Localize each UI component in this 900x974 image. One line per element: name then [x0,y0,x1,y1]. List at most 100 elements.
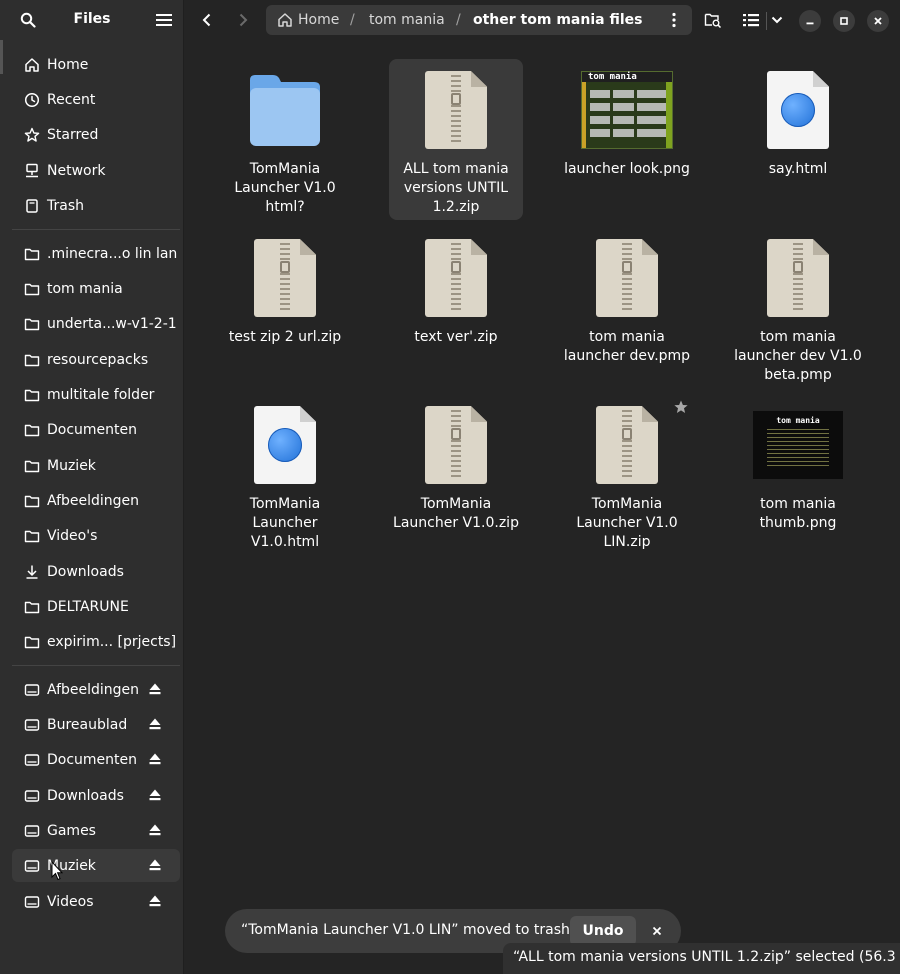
sidebar-item-label: Network [47,162,106,179]
undo-button[interactable]: Undo [570,916,636,946]
eject-icon[interactable] [148,717,162,731]
star-icon [24,127,40,143]
trash-icon [24,198,40,214]
sidebar-item-bookmark[interactable]: expirim... [prjects] [12,625,180,658]
sidebar-item-drive[interactable]: Bureaublad [12,708,180,741]
thumbnail-title: tom mania [776,416,820,425]
network-icon [24,163,40,179]
back-button[interactable] [192,5,222,35]
folder-icon [24,528,40,544]
sidebar-header: Files [0,0,184,40]
eject-icon[interactable] [148,752,162,766]
sidebar-item-drive[interactable]: Muziek [12,849,180,882]
drive-icon [24,682,40,698]
sidebar-item-home[interactable]: Home [12,48,180,81]
minimize-button[interactable] [799,10,821,32]
chevron-left-icon [202,13,211,27]
drive-icon [24,717,40,733]
sidebar-item-drive[interactable]: Videos [12,885,180,918]
window-edge [0,40,3,74]
main-menu-button[interactable] [149,5,179,35]
sidebar-item-bookmark[interactable]: Afbeeldingen [12,484,180,517]
sidebar-item-drive[interactable]: Documenten [12,743,180,776]
zip-file-icon [732,228,864,328]
file-name: TomMania Launcher V1.0 html? [234,161,336,215]
file-name: text ver'.zip [414,329,498,345]
sidebar-item-bookmark[interactable]: Documenten [12,413,180,446]
sidebar-item-bookmark[interactable]: Muziek [12,449,180,482]
sidebar-item-label: expirim... [prjects] [47,633,177,650]
sidebar-item-bookmark[interactable]: resourcepacks [12,343,180,376]
maximize-button[interactable] [833,10,855,32]
breadcrumb-home[interactable]: Home [298,12,339,28]
sidebar-item-bookmark[interactable]: Video's [12,519,180,552]
sidebar-item-bookmark[interactable]: tom mania [12,272,180,305]
selection-status: “ALL tom mania versions UNTIL 1.2.zip” s… [503,943,900,974]
zip-file-icon [561,228,693,328]
sidebar-item-drive[interactable]: Downloads [12,779,180,812]
sidebar-item-bookmark[interactable]: DELTARUNE [12,590,180,623]
sidebar-item-label: Starred [47,126,99,143]
sidebar-item-drive[interactable]: Games [12,814,180,847]
sidebar-item-bookmark[interactable]: underta...w-v1-2-1 [12,307,180,340]
sidebar-item-drive[interactable]: Afbeeldingen [12,673,180,706]
file-name: tom mania launcher dev V1.0 beta.pmp [734,329,862,383]
header-bar: Home / tom mania / other tom mania files [185,0,900,42]
search-in-folder-button[interactable] [698,5,728,35]
breadcrumb-current[interactable]: other tom mania files [473,12,642,28]
html-file-icon [219,395,351,495]
path-bar[interactable]: Home / tom mania / other tom mania files [266,5,692,35]
mouse-cursor-icon [51,861,63,881]
zip-file-icon [219,228,351,328]
sidebar-item-recent[interactable]: Recent [12,83,180,116]
file-name: TomMania Launcher V1.0.zip [393,496,519,531]
sidebar-separator [12,229,180,230]
sidebar-item-network[interactable]: Network [12,154,180,187]
sidebar-item-label: resourcepacks [47,351,149,368]
chevron-down-icon [771,16,783,24]
clock-icon [24,92,40,108]
sidebar-item-bookmark[interactable]: multitale folder [12,378,180,411]
thumbnail-title: tom mania [582,72,672,82]
eject-icon[interactable] [148,858,162,872]
sidebar-item-label: Videos [47,893,94,910]
close-window-button[interactable] [867,10,889,32]
folder-icon [24,458,40,474]
sidebar-item-starred[interactable]: Starred [12,118,180,151]
more-vertical-icon[interactable] [671,12,677,28]
chevron-right-icon [239,13,248,27]
eject-icon[interactable] [148,682,162,696]
sidebar-item-downloads[interactable]: Downloads [12,555,180,588]
sidebar-item-label: Video's [47,527,98,544]
close-icon [652,926,662,936]
drive-icon [24,894,40,910]
sidebar-item-trash[interactable]: Trash [12,189,180,222]
launcher-look-thumbnail: tom mania [581,71,673,149]
eject-icon[interactable] [148,894,162,908]
sidebar-item-label: multitale folder [47,386,155,403]
folder-icon [24,281,40,297]
dismiss-toast-button[interactable] [646,920,668,942]
view-options-button[interactable] [762,5,792,35]
sidebar-item-label: Documenten [47,421,138,438]
breadcrumb-tom-mania[interactable]: tom mania [369,12,445,28]
folder-icon [24,599,40,615]
eject-icon[interactable] [148,823,162,837]
sidebar-item-label: DELTARUNE [47,598,129,615]
eject-icon[interactable] [148,788,162,802]
hamburger-icon [156,14,172,26]
file-name: tom mania thumb.png [759,496,837,531]
sidebar-item-label: Afbeeldingen [47,681,140,698]
sidebar-item-label: tom mania [47,280,123,297]
sidebar-item-label: Bureaublad [47,716,128,733]
zip-file-icon [390,228,522,328]
breadcrumb-separator: / [350,12,355,28]
folder-icon [24,387,40,403]
globe-icon [268,428,302,462]
home-icon [278,13,292,27]
starred-icon[interactable] [673,399,689,415]
sidebar-item-bookmark[interactable]: .minecra...o lin lan [12,237,180,270]
sidebar-item-label: .minecra...o lin lan [47,245,178,262]
image-thumbnail: tom mania [561,60,693,160]
forward-button[interactable] [228,5,258,35]
